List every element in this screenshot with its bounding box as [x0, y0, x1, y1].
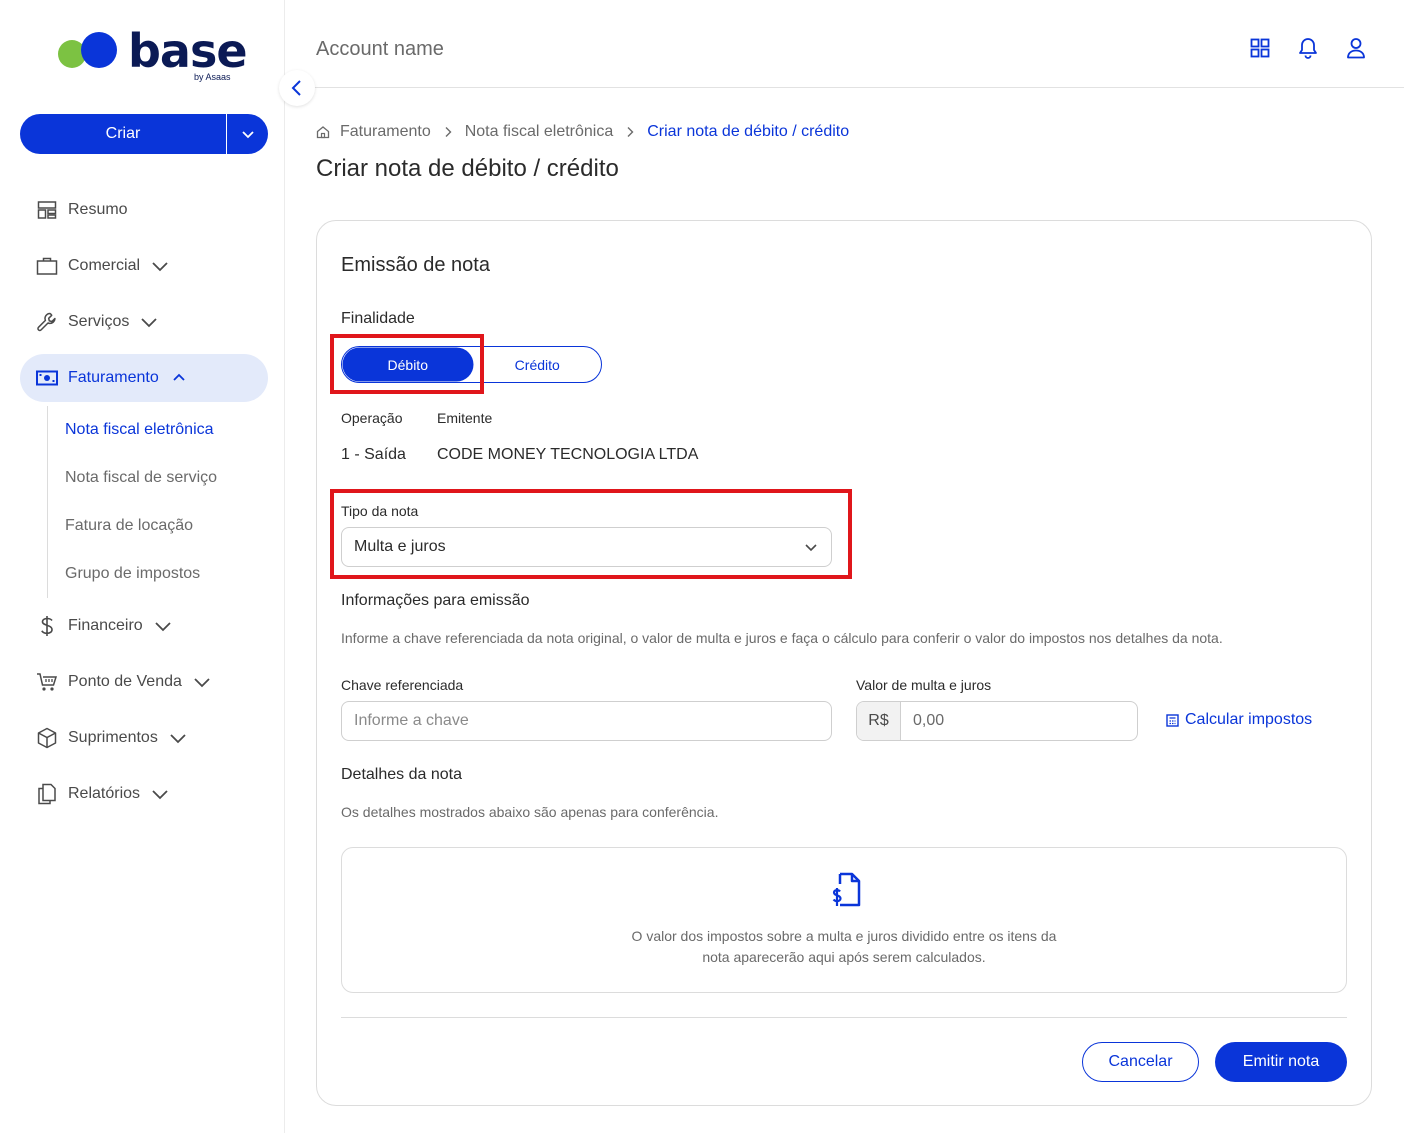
- create-button[interactable]: Criar: [20, 114, 226, 154]
- sidebar-item-servicos[interactable]: Serviços: [20, 298, 268, 346]
- chevron-down-icon: [192, 672, 212, 692]
- sidebar: base by Asaas Criar Resumo Comercial Ser: [0, 0, 285, 1133]
- currency-prefix: R$: [857, 702, 901, 740]
- tipo-nota-select[interactable]: Multa e juros: [341, 527, 832, 567]
- operacao-label: Operação: [341, 410, 403, 426]
- sidebar-item-label: Relatórios: [68, 785, 141, 802]
- chave-input[interactable]: Informe a chave: [341, 701, 832, 741]
- brand-name: base: [128, 24, 248, 78]
- sidebar-item-label: Suprimentos: [68, 729, 158, 746]
- cart-icon: [36, 671, 58, 693]
- chave-placeholder: Informe a chave: [354, 712, 469, 729]
- package-icon: [36, 727, 58, 749]
- valor-input[interactable]: R$ 0,00: [856, 701, 1138, 741]
- chevron-right-icon: [625, 126, 635, 138]
- tipo-nota-value: Multa e juros: [354, 538, 446, 555]
- chevron-down-icon: [139, 312, 159, 332]
- banknote-icon: [36, 367, 58, 389]
- logo-mark-icon: [58, 32, 117, 68]
- sidebar-item-label: Faturamento: [68, 369, 159, 386]
- details-message-line: O valor dos impostos sobre a multa e jur…: [631, 928, 1057, 944]
- chevron-down-icon: [150, 256, 170, 276]
- collapse-sidebar-button[interactable]: [279, 70, 315, 106]
- brand-logo[interactable]: base by Asaas: [56, 24, 248, 86]
- details-message: O valor dos impostos sobre a multa e jur…: [342, 926, 1346, 968]
- sidebar-item-ponto-de-venda[interactable]: Ponto de Venda: [20, 658, 268, 706]
- briefcase-icon: [36, 255, 58, 277]
- calcular-impostos-button[interactable]: Calcular impostos: [1166, 711, 1312, 729]
- home-icon[interactable]: [316, 125, 330, 139]
- sidebar-item-label: Comercial: [68, 257, 141, 274]
- bell-icon[interactable]: [1296, 36, 1320, 60]
- emitente-label: Emitente: [437, 410, 493, 426]
- valor-label: Valor de multa e juros: [856, 677, 992, 693]
- sidebar-subitem-grupo-impostos[interactable]: Grupo de impostos: [48, 550, 287, 598]
- details-placeholder-box: O valor dos impostos sobre a multa e jur…: [341, 847, 1347, 993]
- operacao-value: 1 - Saída: [341, 446, 406, 463]
- chave-label: Chave referenciada: [341, 677, 464, 693]
- footer-divider: [341, 1017, 1347, 1018]
- details-title: Detalhes da nota: [341, 766, 462, 783]
- sidebar-item-faturamento[interactable]: Faturamento: [20, 354, 268, 402]
- chevron-down-icon: [241, 131, 254, 139]
- chevron-down-icon: [803, 539, 819, 555]
- sidebar-item-financeiro[interactable]: Financeiro: [20, 602, 268, 650]
- sidebar-item-label: Financeiro: [68, 617, 143, 634]
- breadcrumb: Faturamento Nota fiscal eletrônica Criar…: [316, 122, 849, 142]
- finalidade-credito-option[interactable]: Crédito: [474, 347, 602, 382]
- emitente-value: CODE MONEY TECNOLOGIA LTDA: [437, 446, 699, 463]
- valor-value: 0,00: [913, 712, 945, 729]
- section-title: Emissão de nota: [341, 254, 490, 276]
- create-dropdown-button[interactable]: [227, 114, 268, 154]
- wrench-icon: [36, 311, 58, 333]
- layout-icon: [36, 199, 58, 221]
- sidebar-subitem-nota-fiscal-servico[interactable]: Nota fiscal de serviço: [48, 454, 287, 502]
- faturamento-submenu: Nota fiscal eletrônica Nota fiscal de se…: [47, 406, 287, 598]
- details-description: Os detalhes mostrados abaixo são apenas …: [341, 804, 719, 820]
- sidebar-item-label: Serviços: [68, 313, 130, 330]
- info-description: Informe a chave referenciada da nota ori…: [341, 630, 1223, 646]
- details-message-line: nota aparecerão aqui após serem calculad…: [702, 949, 986, 965]
- breadcrumb-item[interactable]: Nota fiscal eletrônica: [465, 123, 614, 141]
- calcular-impostos-label: Calcular impostos: [1185, 711, 1313, 728]
- dollar-icon: [36, 615, 58, 637]
- emission-form-card: Emissão de nota Finalidade Débito Crédit…: [316, 220, 1372, 1106]
- sidebar-item-comercial[interactable]: Comercial: [20, 242, 268, 290]
- sidebar-item-resumo[interactable]: Resumo: [20, 186, 268, 234]
- create-button-group: Criar: [20, 114, 268, 154]
- submit-button[interactable]: Emitir nota: [1215, 1042, 1347, 1082]
- invoice-dollar-icon: [829, 872, 861, 913]
- page-title: Criar nota de débito / crédito: [316, 155, 619, 182]
- finalidade-label: Finalidade: [341, 310, 415, 327]
- sidebar-item-label: Ponto de Venda: [68, 673, 182, 690]
- sidebar-subitem-fatura-locacao[interactable]: Fatura de locação: [48, 502, 287, 550]
- sidebar-item-label: Resumo: [68, 201, 128, 218]
- document-copy-icon: [36, 783, 58, 805]
- apps-grid-icon[interactable]: [1248, 36, 1272, 60]
- chevron-down-icon: [150, 784, 170, 804]
- user-icon[interactable]: [1344, 36, 1368, 60]
- sidebar-item-suprimentos[interactable]: Suprimentos: [20, 714, 268, 762]
- highlight-box: [330, 334, 484, 394]
- brand-sub: by Asaas: [194, 72, 231, 82]
- chevron-right-icon: [443, 126, 453, 138]
- chevron-down-icon: [168, 728, 188, 748]
- chevron-down-icon: [153, 616, 173, 636]
- breadcrumb-item[interactable]: Faturamento: [340, 123, 431, 141]
- sidebar-subitem-nota-fiscal-eletronica[interactable]: Nota fiscal eletrônica: [48, 406, 287, 454]
- cancel-button[interactable]: Cancelar: [1082, 1042, 1199, 1082]
- account-name[interactable]: Account name: [316, 38, 444, 61]
- tipo-nota-label: Tipo da nota: [341, 503, 419, 519]
- top-header: Account name: [286, 8, 1404, 88]
- sidebar-item-relatorios[interactable]: Relatórios: [20, 770, 268, 818]
- chevron-up-icon: [169, 368, 189, 388]
- info-title: Informações para emissão: [341, 592, 530, 609]
- chevron-left-icon: [291, 80, 301, 96]
- breadcrumb-current: Criar nota de débito / crédito: [647, 123, 850, 140]
- calculator-icon: [1166, 713, 1179, 727]
